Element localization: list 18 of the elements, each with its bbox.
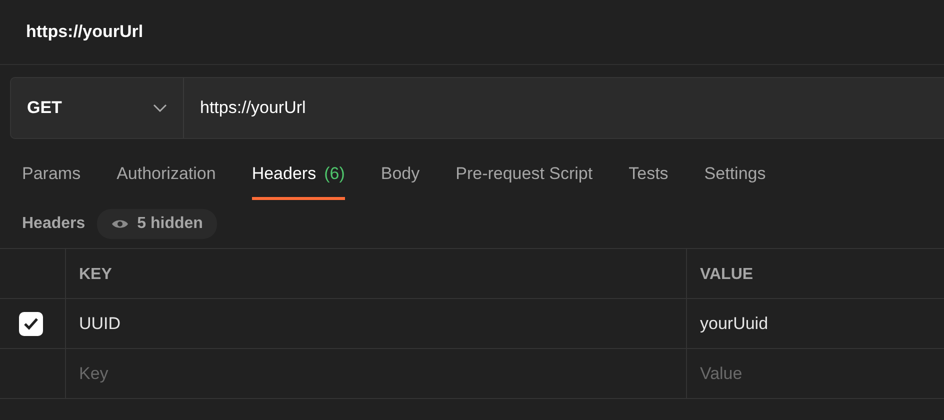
tab[interactable]: Headers (6) [252,156,345,200]
count-label: (6) [324,164,345,184]
checkbox[interactable] [19,312,43,336]
request-title: https://yourUrl [26,22,144,42]
tab[interactable]: Tests [628,156,668,200]
key-cell[interactable]: UUID [79,314,121,332]
eye-icon [111,218,130,230]
value-cell[interactable]: yourUuid [700,314,768,332]
tab[interactable]: Settings [704,156,766,200]
hidden-headers-toggle[interactable]: 5 hidden [97,209,217,239]
tab[interactable]: Pre-request Script [456,156,593,200]
tab[interactable]: Authorization [116,156,216,200]
tab[interactable]: Params [22,156,81,200]
tab[interactable]: Body [380,156,420,200]
checkmark-icon [23,317,39,330]
column-header: VALUE [700,266,754,282]
column-header: KEY [79,266,112,282]
section-label: Headers [22,215,86,233]
